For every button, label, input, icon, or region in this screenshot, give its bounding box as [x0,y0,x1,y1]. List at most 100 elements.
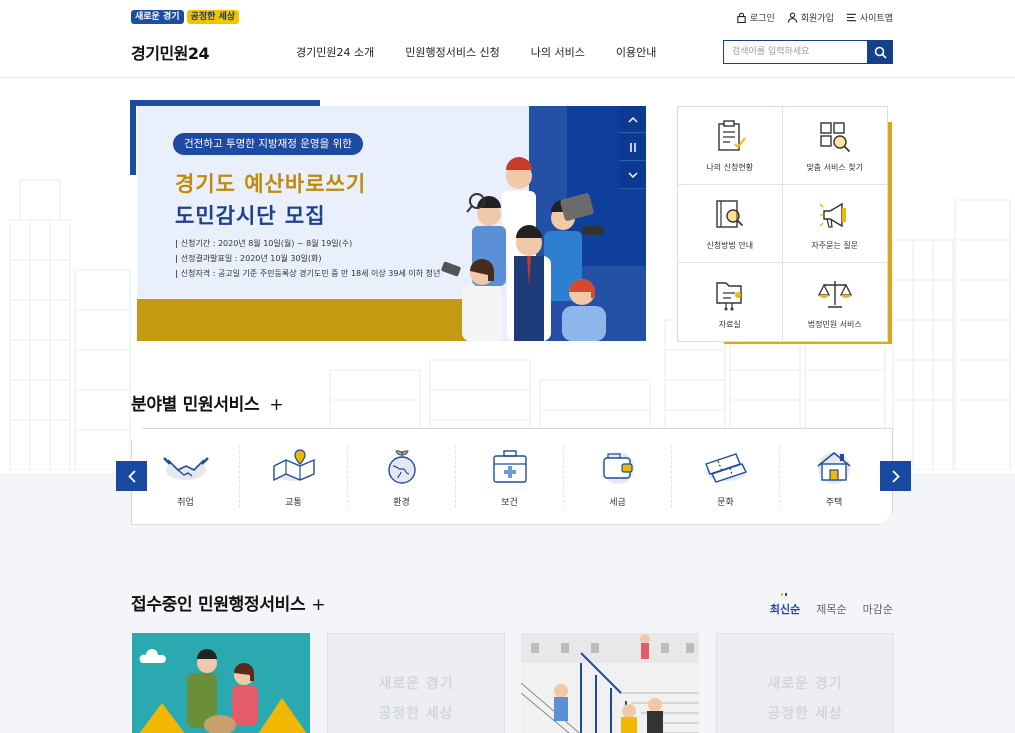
signup-link[interactable]: 회원가입 [787,11,834,24]
placeholder-text-1: 새로운 경기 [378,676,454,692]
map-icon [268,446,320,486]
utility-links: 로그인 회원가입 사이트맵 [736,11,893,24]
banner-pause-button[interactable] [619,134,646,161]
category-label: 교통 [285,497,302,508]
search-icon [874,46,887,59]
banner-next-button[interactable] [619,162,646,189]
banner-people-illustration [441,157,606,341]
slogan-part-1: 새로운 경기 [131,10,184,24]
lock-icon [737,12,746,23]
nav-my-service[interactable]: 나의 서비스 [531,44,585,60]
category-label: 환경 [393,497,410,508]
quick-label: 자주묻는 질문 [811,241,859,250]
globe-plant-icon [376,446,428,486]
category-label: 주택 [825,497,843,508]
category-health[interactable]: 보건 [456,446,564,508]
chevron-left-icon [127,469,136,483]
login-label: 로그인 [749,14,775,24]
banner-info-result: 선정결과발표일 : 2020년 10월 30일(화) [175,251,440,266]
placeholder-text-2: 공정한 세상 [767,706,843,722]
banner-prev-button[interactable] [619,106,646,133]
search-box [723,40,893,64]
quick-legal-service[interactable]: 법정민원 서비스 [783,263,888,341]
receiving-services-title-text: 접수중인 민원행정서비스 [131,595,306,615]
card-illustration [139,649,307,733]
quick-faq[interactable]: 자주묻는 질문 [782,185,887,263]
receiving-services-more[interactable]: + [311,595,325,615]
category-tax[interactable]: 세금 [564,446,672,508]
banner-title-line-2: 도민감시단 모집 [175,204,326,228]
quick-how-to-apply[interactable]: 신청방법 안내 [678,185,783,263]
megaphone-icon [819,202,846,228]
category-label: 세금 [609,497,626,508]
category-label: 문화 [717,497,734,508]
quick-menu: 나의 신청현황 맞춤 서비스 찾기 신청방법 안내 자주묻는 질문 자료실 법정… [677,106,888,342]
search-button[interactable] [868,40,893,64]
receiving-services-title: 접수중인 민원행정서비스 + [131,590,326,615]
service-card[interactable] [521,633,699,733]
chevron-up-icon [627,116,638,123]
slogan-badge: 새로운 경기 공정한 세상 [131,10,240,24]
category-housing[interactable]: 주택 [780,446,888,508]
placeholder-text-1: 새로운 경기 [767,676,843,692]
nav-intro[interactable]: 경기민원24 소개 [296,44,374,60]
service-card-placeholder[interactable]: 새로운 경기 공정한 세상 [327,633,505,733]
quick-resources[interactable]: 자료실 [678,263,783,341]
header: 새로운 경기 공정한 세상 로그인 회원가입 사이트맵 경기민원24 경기민원2… [0,0,1015,78]
sitemap-link[interactable]: 사이트맵 [846,11,893,24]
banner-info-period: 신청기간 : 2020년 8월 10일(월) ~ 8월 19일(수) [175,236,440,251]
book-search-icon [716,200,743,228]
grid-search-icon [820,122,850,153]
main-banner[interactable]: 건전하고 투명한 지방재정 운영을 위한 경기도 예산바로쓰기 도민감시단 모집… [137,106,646,341]
quick-my-applications[interactable]: 나의 신청현황 [678,107,783,185]
banner-title-line-1: 경기도 예산바로쓰기 [175,172,367,196]
banner-info: 신청기간 : 2020년 8월 10일(월) ~ 8월 19일(수) 선정결과발… [175,236,441,281]
field-services-title: 분야별 민원서비스 + [131,390,284,415]
menu-icon [846,13,856,22]
banner-decoration-left [130,100,136,175]
site-logo[interactable]: 경기민원24 [131,40,210,64]
service-card[interactable] [132,633,310,733]
quick-find-service[interactable]: 맞춤 서비스 찾기 [782,107,887,185]
slogan-part-2: 공정한 세상 [186,10,240,24]
wallet-icon [592,446,644,486]
field-prev-button[interactable] [116,461,147,491]
handshake-icon [160,446,212,486]
card-illustration [521,633,699,733]
service-card-placeholder[interactable]: 새로운 경기 공정한 세상 [716,633,894,733]
field-services-more[interactable]: + [269,395,283,415]
quick-label: 맞춤 서비스 찾기 [806,163,864,172]
category-traffic[interactable]: 교통 [240,446,348,508]
quick-label: 자료실 [718,319,741,329]
quick-label: 나의 신청현황 [706,163,754,172]
sitemap-label: 사이트맵 [859,14,893,24]
signup-label: 회원가입 [800,14,834,24]
sort-latest[interactable]: 최신순 [770,593,800,617]
login-link[interactable]: 로그인 [736,11,775,24]
sort-deadline[interactable]: 마감순 [863,601,893,617]
pause-icon [629,142,636,152]
folder-network-icon [716,281,742,310]
medical-kit-icon [484,446,536,486]
field-next-button[interactable] [880,461,911,491]
quick-label: 법정민원 서비스 [807,319,862,329]
ticket-icon [700,446,752,486]
nav-guide[interactable]: 이용안내 [616,44,656,60]
search-input[interactable] [723,40,869,64]
sort-title[interactable]: 제목순 [816,601,846,617]
chevron-right-icon [891,469,900,483]
person-icon [787,12,797,23]
field-services-carousel: 취업 교통 환경 보건 세금 문화 주택 [131,428,893,525]
sort-options: 최신순 제목순 마감순 [770,593,893,617]
category-culture[interactable]: 문화 [672,446,780,508]
category-label: 취업 [177,497,194,508]
main-nav: 경기민원24 소개 민원행정서비스 신청 나의 서비스 이용안내 [296,44,656,60]
category-environment[interactable]: 환경 [348,446,456,508]
scale-icon [817,280,852,308]
category-employment[interactable]: 취업 [132,446,240,508]
banner-info-qualify: 신청자격 : 공고일 기준 주민등록상 경기도민 중 만 18세 이상 39세 … [175,266,441,281]
chevron-down-icon [627,171,638,178]
banner-pill: 건전하고 투명한 지방재정 운영을 위한 [173,133,363,155]
banner-gold-band [137,299,467,341]
nav-apply[interactable]: 민원행정서비스 신청 [405,44,500,60]
